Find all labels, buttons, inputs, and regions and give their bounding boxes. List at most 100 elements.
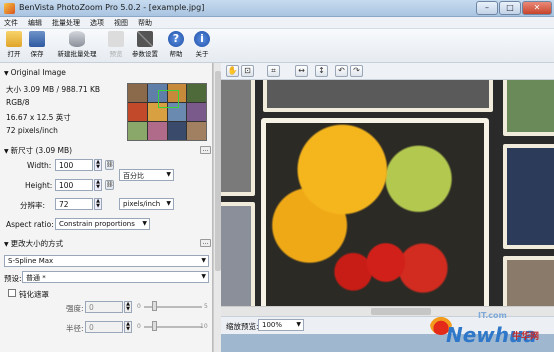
main-toolbar: 打开 保存 新建批量处理 预览 参数设置 ? 帮助 i 关于 xyxy=(0,29,221,63)
window-title: BenVista PhotoZoom Pro 5.0.2 - [example.… xyxy=(19,3,205,12)
link-icon[interactable]: ⛓ xyxy=(105,160,114,170)
preview-area-indicator[interactable] xyxy=(158,90,179,108)
menu-view[interactable]: 视图 xyxy=(114,18,128,28)
size-unit-value: 百分比 xyxy=(123,172,144,180)
image-preview[interactable] xyxy=(221,80,554,316)
rotate-right-icon[interactable]: ↷ xyxy=(350,65,363,77)
preview-label: 预览 xyxy=(109,50,123,58)
resize-method-select[interactable]: S-Spline Max ▼ xyxy=(4,255,209,267)
maximize-button[interactable]: □ xyxy=(499,1,521,15)
hand-tool-icon[interactable]: ✋ xyxy=(226,65,239,77)
image-size: 大小 3.09 MB / 988.71 KB xyxy=(6,85,101,94)
preview-toolbar: ✋ ⊡ ⌗ ↔ ↕ ↶ ↷ xyxy=(221,63,554,80)
collapse-triangle-icon: ▼ xyxy=(4,148,9,155)
more-options-button[interactable]: … xyxy=(200,146,211,154)
menu-file[interactable]: 文件 xyxy=(4,18,18,28)
preset-value: 普通 * xyxy=(26,274,46,282)
zoom-select[interactable]: 100% ▼ xyxy=(258,319,304,331)
watermark-site: 牛华网 xyxy=(512,332,540,342)
height-input[interactable]: 100 xyxy=(55,179,93,191)
width-label: Width: xyxy=(27,161,52,170)
title-bar: BenVista PhotoZoom Pro 5.0.2 - [example.… xyxy=(0,0,554,17)
new-size-header[interactable]: ▼ 新尺寸 (3.09 MB) xyxy=(4,145,72,156)
chevron-down-icon: ▼ xyxy=(296,321,301,328)
aspect-ratio-select[interactable]: Constrain proportions ▼ xyxy=(55,218,150,230)
link-icon[interactable]: ⛓ xyxy=(105,180,114,190)
new-batch-label: 新建批量处理 xyxy=(57,50,97,58)
preview-toolbar-area xyxy=(221,29,554,63)
open-button[interactable]: 打开 xyxy=(5,31,23,58)
photo-frame xyxy=(503,144,554,249)
original-image-header[interactable]: ▼ Original Image xyxy=(4,68,66,77)
zoom-fit-icon[interactable]: ⊡ xyxy=(241,65,254,77)
radius-label: 半径: xyxy=(66,324,84,333)
help-button[interactable]: ? 帮助 xyxy=(167,31,185,58)
collapse-triangle-icon: ▼ xyxy=(4,241,9,248)
preview-button[interactable]: 预览 xyxy=(107,31,125,58)
preset-label: 预设: xyxy=(4,274,22,283)
strength-label: 强度: xyxy=(66,304,84,313)
menu-edit[interactable]: 编辑 xyxy=(28,18,42,28)
crop-icon[interactable]: ⌗ xyxy=(267,65,280,77)
aspect-ratio-label: Aspect ratio: xyxy=(6,220,54,229)
size-unit-select[interactable]: 百分比 ▼ xyxy=(119,169,174,181)
strength-spinner[interactable]: ▲ ▼ xyxy=(124,301,132,313)
about-label: 关于 xyxy=(195,50,209,58)
save-label: 保存 xyxy=(30,50,44,58)
minimize-button[interactable]: – xyxy=(476,1,498,15)
menu-batch[interactable]: 批量处理 xyxy=(52,18,80,28)
radius-input[interactable]: 0 xyxy=(85,321,123,333)
resolution-unit-select[interactable]: pixels/inch ▼ xyxy=(119,198,174,210)
original-image-title: Original Image xyxy=(10,68,66,77)
width-input[interactable]: 100 xyxy=(55,159,93,171)
save-button[interactable]: 保存 xyxy=(28,31,46,58)
resize-method-title: 更改大小的方式 xyxy=(10,239,64,248)
rotate-left-icon[interactable]: ↶ xyxy=(335,65,348,77)
strength-max: 5 xyxy=(204,303,208,310)
settings-label: 参数设置 xyxy=(132,50,158,58)
strength-min: 0 xyxy=(137,303,141,310)
photo-frame xyxy=(503,80,554,136)
tools-icon xyxy=(137,31,153,47)
resolution-input[interactable]: 72 xyxy=(55,198,93,210)
new-batch-button[interactable]: 新建批量处理 xyxy=(52,31,102,58)
image-mode: RGB/8 xyxy=(6,98,30,107)
fit-width-icon[interactable]: ↔ xyxy=(295,65,308,77)
strength-input[interactable]: 0 xyxy=(85,301,123,313)
menu-options[interactable]: 选项 xyxy=(90,18,104,28)
site-watermark: IT.com Newhua 牛华网 xyxy=(400,305,550,349)
radius-spinner[interactable]: ▲ ▼ xyxy=(124,321,132,333)
zoom-label: 缩放预览: xyxy=(226,322,259,331)
resolution-spinner[interactable]: ▲ ▼ xyxy=(94,198,102,210)
resize-method-header[interactable]: ▼ 更改大小的方式 xyxy=(4,238,63,249)
settings-button[interactable]: 参数设置 xyxy=(130,31,160,58)
height-spinner[interactable]: ▲ ▼ xyxy=(94,179,102,191)
strength-slider-handle[interactable] xyxy=(152,301,157,311)
radius-slider-handle[interactable] xyxy=(152,321,157,331)
open-label: 打开 xyxy=(7,50,21,58)
menu-bar: 文件 编辑 批量处理 选项 视图 帮助 xyxy=(0,17,554,29)
radius-min: 0 xyxy=(137,323,141,330)
image-dimensions: 16.67 x 12.5 英寸 xyxy=(6,113,71,122)
new-size-title: 新尺寸 (3.09 MB) xyxy=(10,146,73,155)
close-button[interactable]: ✕ xyxy=(522,1,552,15)
about-button[interactable]: i 关于 xyxy=(193,31,211,58)
radius-max: 10 xyxy=(200,323,208,330)
resize-method-value: S-Spline Max xyxy=(8,257,54,265)
panel-scrollbar[interactable] xyxy=(213,63,221,352)
preset-select[interactable]: 普通 * ▼ xyxy=(22,271,209,283)
photo-frame xyxy=(263,80,493,112)
menu-help[interactable]: 帮助 xyxy=(138,18,152,28)
database-icon xyxy=(69,31,85,47)
photo-frame xyxy=(221,202,255,316)
photo-frame xyxy=(221,80,255,196)
zoom-value: 100% xyxy=(262,321,283,329)
help-label: 帮助 xyxy=(169,50,183,58)
chevron-down-icon: ▼ xyxy=(166,200,171,207)
chevron-down-icon: ▼ xyxy=(201,257,206,264)
more-options-button[interactable]: … xyxy=(200,239,211,247)
printer-icon xyxy=(108,31,124,47)
sharpen-checkbox[interactable] xyxy=(8,289,16,297)
fit-height-icon[interactable]: ↕ xyxy=(315,65,328,77)
width-spinner[interactable]: ▲ ▼ xyxy=(94,159,102,171)
